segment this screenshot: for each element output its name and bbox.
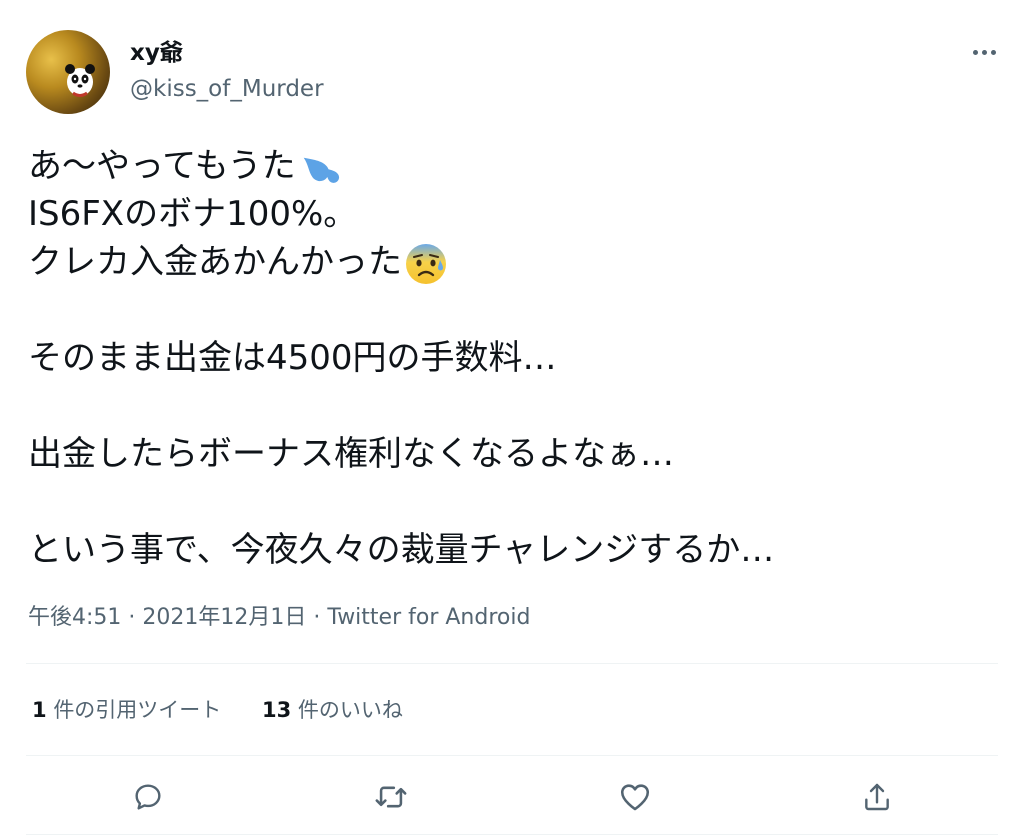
reply-button[interactable] [123,772,173,822]
divider [26,755,998,756]
divider [26,834,998,835]
reply-icon [135,784,161,810]
tweet-line-text: という事で、今夜久々の裁量チャレンジするか… [28,530,775,570]
tweet-line-text: そのまま出金は4500円の手数料… [28,338,557,378]
tweet-line: あ〜やってもうた [28,142,988,190]
anxious-face-emoji [406,243,446,284]
tweet-text: あ〜やってもうた IS6FXのボナ100%。 クレカ入金あかんかった そのまま出… [28,142,988,574]
like-count: 13 [262,698,292,722]
avatar[interactable] [26,30,110,114]
retweet-icon [375,786,407,808]
share-icon [865,783,889,811]
divider [26,663,998,664]
tweet-date[interactable]: 2021年12月1日 [142,605,306,630]
more-horizontal-icon [981,49,987,55]
tweet-stats: 1 件の引用ツイート 13 件のいいね [32,694,437,726]
more-options-button[interactable] [962,38,1006,66]
tweet-line-text: IS6FXのボナ100%。 [28,194,358,234]
likes-link[interactable]: 13 件のいいね [262,694,403,726]
tweet-metadata: 午後4:51 · 2021年12月1日 · Twitter for Androi… [28,602,530,634]
tweet-line-text: あ〜やってもうた [28,146,296,186]
more-horizontal-icon [990,49,996,55]
like-button[interactable] [610,772,660,822]
meta-separator: · [313,605,321,630]
panda-icon [65,64,95,97]
tweet-line-text: 出金したらボーナス権利なくなるよなぁ… [28,434,674,474]
tweet-actions [0,772,1024,822]
meta-separator: · [128,605,136,630]
quote-tweets-link[interactable]: 1 件の引用ツイート [32,694,221,726]
tweet-line: クレカ入金あかんかった [28,238,988,286]
tweet-time[interactable]: 午後4:51 [28,605,121,630]
tweet-line: 出金したらボーナス権利なくなるよなぁ… [28,430,988,478]
tweet-card: xy爺 @kiss_of_Murder あ〜やってもうた IS6FXのボナ100… [0,0,1024,837]
like-label: 件のいいね [297,698,403,722]
tweet-line-text: クレカ入金あかんかった [28,242,402,282]
tweet-line: という事で、今夜久々の裁量チャレンジするか… [28,526,988,574]
display-name[interactable]: xy爺 [130,38,183,68]
share-button[interactable] [852,772,902,822]
tweet-source[interactable]: Twitter for Android [327,605,530,630]
quote-label: 件の引用ツイート [53,698,222,722]
user-handle[interactable]: @kiss_of_Murder [130,74,324,104]
tweet-line: IS6FXのボナ100%。 [28,190,988,238]
more-horizontal-icon [972,49,978,55]
heart-icon [620,784,650,811]
quote-count: 1 [32,698,47,722]
tweet-line: そのまま出金は4500円の手数料… [28,334,988,382]
sweat-droplets-emoji [303,157,339,183]
retweet-button[interactable] [366,772,416,822]
